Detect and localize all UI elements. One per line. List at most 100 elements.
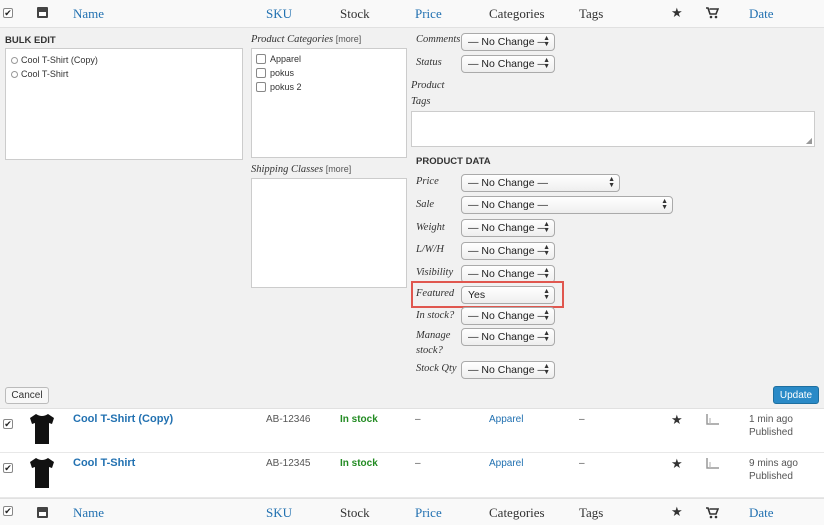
comments-select[interactable]: — No Change — ▲ ▼ — [461, 33, 555, 51]
categories-more-link[interactable]: [more] — [336, 34, 362, 44]
update-button[interactable]: Update — [773, 386, 819, 404]
remove-item-icon[interactable] — [11, 56, 18, 64]
row-checkbox[interactable]: ✔ — [3, 419, 13, 429]
cart-icon — [706, 507, 719, 519]
column-name[interactable]: Name — [73, 505, 104, 521]
featured-star-icon[interactable]: ★ — [671, 504, 683, 520]
product-sku: AB-12345 — [266, 458, 311, 469]
featured-label: Featured — [416, 288, 455, 299]
select-arrows-icon: ▲ ▼ — [543, 221, 550, 234]
resize-handle-icon[interactable]: ◢ — [806, 136, 812, 145]
remove-item-icon[interactable] — [11, 70, 18, 78]
list-item[interactable]: Cool T-Shirt (Copy) — [11, 55, 98, 65]
column-price[interactable]: Price — [415, 6, 442, 22]
table-header-top: ✔ Name SKU Stock Price Categories Tags ★… — [0, 0, 824, 28]
select-arrows-icon: ▲ ▼ — [543, 363, 550, 376]
select-arrows-icon: ▲ ▼ — [543, 330, 550, 343]
column-sku[interactable]: SKU — [266, 505, 292, 521]
category-checkbox-apparel[interactable] — [256, 54, 266, 64]
column-sku[interactable]: SKU — [266, 6, 292, 22]
tshirt-thumbnail-icon[interactable] — [28, 457, 56, 489]
image-column-icon — [37, 507, 48, 518]
stock-status: In stock — [340, 414, 378, 425]
product-tags-textarea[interactable]: ◢ — [411, 111, 815, 147]
sale-select[interactable]: — No Change — ▲ ▼ — [461, 196, 673, 214]
instock-label: In stock? — [416, 310, 455, 321]
select-arrows-icon: ▲ ▼ — [543, 35, 550, 48]
instock-select[interactable]: — No Change — ▲ ▼ — [461, 307, 555, 325]
select-arrows-icon: ▲ ▼ — [608, 176, 615, 189]
column-stock: Stock — [340, 6, 370, 21]
featured-star-icon[interactable]: ★ — [671, 5, 683, 21]
select-arrows-icon: ▲ ▼ — [661, 198, 668, 211]
lwh-select[interactable]: — No Change — ▲ ▼ — [461, 242, 555, 260]
status-select[interactable]: — No Change — ▲ ▼ — [461, 55, 555, 73]
stock-qty-label: Stock Qty — [416, 363, 457, 374]
shipping-more-link[interactable]: [more] — [326, 164, 352, 174]
date-status: Published — [749, 427, 793, 438]
category-checkbox-pokus[interactable] — [256, 68, 266, 78]
table-row: ✔ Cool T-Shirt AB-12345 In stock – Appar… — [0, 453, 824, 498]
list-item[interactable]: pokus — [256, 68, 294, 78]
cancel-button[interactable]: Cancel — [5, 387, 49, 404]
column-categories: Categories — [489, 6, 545, 21]
status-label: Status — [416, 57, 442, 68]
column-name[interactable]: Name — [73, 6, 104, 22]
select-arrows-icon: ▲ ▼ — [543, 57, 550, 70]
product-tags-label-line1: Product — [411, 80, 445, 91]
weight-label: Weight — [416, 222, 445, 233]
product-categories-label: Product Categories [more] — [251, 34, 362, 45]
row-checkbox[interactable]: ✔ — [3, 463, 13, 473]
list-item[interactable]: pokus 2 — [256, 82, 302, 92]
column-date[interactable]: Date — [749, 505, 774, 521]
bulk-item-label: Cool T-Shirt — [21, 69, 69, 79]
category-checkbox-pokus-2[interactable] — [256, 82, 266, 92]
cart-icon — [706, 7, 719, 19]
select-arrows-icon: ▲ ▼ — [543, 288, 550, 301]
column-price[interactable]: Price — [415, 505, 442, 521]
simple-product-icon — [706, 414, 719, 425]
featured-star-icon[interactable]: ★ — [671, 456, 683, 472]
select-arrows-icon: ▲ ▼ — [543, 244, 550, 257]
bulk-edit-list: Cool T-Shirt (Copy) Cool T-Shirt — [5, 48, 243, 160]
category-link[interactable]: Apparel — [489, 458, 523, 469]
list-item[interactable]: Apparel — [256, 54, 301, 64]
lwh-label: L/W/H — [416, 244, 445, 255]
stock-qty-select[interactable]: — No Change — ▲ ▼ — [461, 361, 555, 379]
product-tags: – — [579, 458, 585, 469]
product-price: – — [415, 414, 421, 425]
stock-status: In stock — [340, 458, 378, 469]
featured-select[interactable]: Yes ▲ ▼ — [461, 286, 555, 304]
product-tags: – — [579, 414, 585, 425]
product-tags-label-line2: Tags — [411, 96, 431, 107]
column-tags: Tags — [579, 505, 604, 520]
table-header-bottom: ✔ Name SKU Stock Price Categories Tags ★… — [0, 498, 824, 525]
date-relative: 9 mins ago — [749, 458, 798, 469]
product-price: – — [415, 458, 421, 469]
select-arrows-icon: ▲ ▼ — [543, 309, 550, 322]
date-status: Published — [749, 471, 793, 482]
column-tags: Tags — [579, 6, 604, 21]
column-categories: Categories — [489, 505, 545, 520]
featured-star-icon[interactable]: ★ — [671, 412, 683, 428]
price-select[interactable]: — No Change — ▲ ▼ — [461, 174, 620, 192]
sale-label: Sale — [416, 199, 435, 210]
shipping-classes-list[interactable] — [251, 178, 407, 288]
tshirt-thumbnail-icon[interactable] — [28, 413, 56, 445]
comments-label: Comments — [416, 34, 461, 45]
manage-stock-select[interactable]: — No Change — ▲ ▼ — [461, 328, 555, 346]
date-relative: 1 min ago — [749, 414, 793, 425]
shipping-classes-label: Shipping Classes [more] — [251, 164, 352, 175]
select-arrows-icon: ▲ ▼ — [543, 267, 550, 280]
product-name-link[interactable]: Cool T-Shirt — [73, 457, 135, 469]
column-date[interactable]: Date — [749, 6, 774, 22]
select-all-checkbox-bottom[interactable]: ✔ — [3, 506, 13, 516]
table-row: ✔ Cool T-Shirt (Copy) AB-12346 In stock … — [0, 408, 824, 453]
list-item[interactable]: Cool T-Shirt — [11, 69, 68, 79]
weight-select[interactable]: — No Change — ▲ ▼ — [461, 219, 555, 237]
manage-stock-label-line1: Manage — [416, 330, 451, 341]
category-link[interactable]: Apparel — [489, 414, 523, 425]
product-data-title: PRODUCT DATA — [416, 156, 491, 167]
product-name-link[interactable]: Cool T-Shirt (Copy) — [73, 413, 173, 425]
select-all-checkbox[interactable]: ✔ — [3, 8, 13, 18]
